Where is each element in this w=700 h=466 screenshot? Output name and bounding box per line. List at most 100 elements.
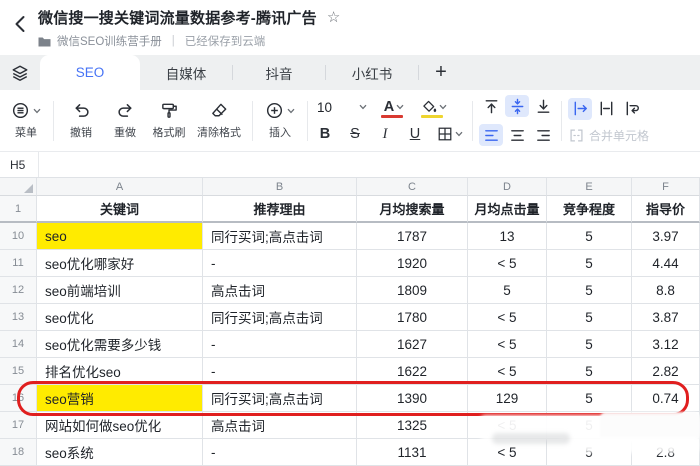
cell-reason[interactable]: -	[203, 439, 357, 466]
row-number[interactable]: 15	[0, 358, 37, 385]
cell-keyword[interactable]: 排名优化seo	[37, 358, 203, 385]
cell-search[interactable]: 1787	[357, 223, 468, 250]
insert-button[interactable]: 插入	[258, 94, 302, 148]
cell-search[interactable]: 1627	[357, 331, 468, 358]
column-header-e[interactable]: E	[547, 178, 632, 196]
cell-reason[interactable]: -	[203, 250, 357, 277]
cell-competition[interactable]: 5	[547, 250, 632, 277]
star-icon[interactable]: ☆	[327, 8, 340, 26]
cell-competition[interactable]: 5	[547, 358, 632, 385]
cell-competition[interactable]: 5	[547, 412, 632, 439]
column-header-b[interactable]: B	[203, 178, 357, 196]
cell-search[interactable]: 1390	[357, 385, 468, 412]
cell-competition[interactable]: 5	[547, 223, 632, 250]
cell-reason[interactable]: 高点击词	[203, 277, 357, 304]
cell-reason[interactable]: 高点击词	[203, 412, 357, 439]
tab-zimeiti[interactable]: 自媒体	[140, 55, 232, 90]
row-number[interactable]: 14	[0, 331, 37, 358]
cell-reason[interactable]: 同行买词;高点击词	[203, 304, 357, 331]
valign-middle-button[interactable]	[505, 95, 529, 117]
text-overflow-button[interactable]	[568, 98, 592, 120]
halign-right-button[interactable]	[531, 124, 555, 146]
cell-search[interactable]: 1809	[357, 277, 468, 304]
bold-button[interactable]: B	[313, 124, 337, 144]
header-cell-search[interactable]: 月均搜索量	[357, 196, 468, 223]
format-painter-button[interactable]: 格式刷	[147, 94, 191, 148]
header-cell-price[interactable]: 指导价	[632, 196, 700, 223]
cell-price[interactable]: 0.74	[632, 385, 700, 412]
cell-price[interactable]: 3.97	[632, 223, 700, 250]
cell-clicks[interactable]: < 5	[468, 358, 547, 385]
cell-reason[interactable]: 同行买词;高点击词	[203, 385, 357, 412]
cell-clicks[interactable]: < 5	[468, 304, 547, 331]
column-header-a[interactable]: A	[37, 178, 203, 196]
cell-search[interactable]: 1920	[357, 250, 468, 277]
row-number[interactable]: 12	[0, 277, 37, 304]
cell-clicks[interactable]: < 5	[468, 250, 547, 277]
cell-competition[interactable]: 5	[547, 439, 632, 466]
header-cell-keyword[interactable]: 关键词	[37, 196, 203, 223]
valign-top-button[interactable]	[479, 95, 503, 117]
cell-reason[interactable]: 同行买词;高点击词	[203, 223, 357, 250]
cell-reason[interactable]: -	[203, 331, 357, 358]
select-all-corner[interactable]	[0, 178, 37, 196]
folder-label[interactable]: 微信SEO训练营手册	[57, 33, 162, 49]
cell-clicks[interactable]: < 5	[468, 412, 547, 439]
cell-competition[interactable]: 5	[547, 331, 632, 358]
valign-bottom-button[interactable]	[531, 95, 555, 117]
row-number[interactable]: 17	[0, 412, 37, 439]
header-cell-reason[interactable]: 推荐理由	[203, 196, 357, 223]
menu-button[interactable]: 菜单	[4, 94, 48, 148]
strikethrough-button[interactable]: S	[343, 124, 367, 144]
tab-xiaohongshu[interactable]: 小红书	[326, 55, 418, 90]
header-cell-competition[interactable]: 竞争程度	[547, 196, 632, 223]
formula-input[interactable]	[39, 152, 700, 177]
row-number[interactable]: 10	[0, 223, 37, 250]
cell-keyword[interactable]: seo优化哪家好	[37, 250, 203, 277]
text-wrap-button[interactable]	[620, 98, 644, 120]
cell-keyword[interactable]: seo优化	[37, 304, 203, 331]
halign-left-button[interactable]	[479, 124, 503, 146]
cell-keyword[interactable]: seo	[37, 223, 203, 250]
cell-keyword[interactable]: 网站如何做seo优化	[37, 412, 203, 439]
cell-competition[interactable]: 5	[547, 304, 632, 331]
tab-douyin[interactable]: 抖音	[233, 55, 325, 90]
cell-keyword[interactable]: seo系统	[37, 439, 203, 466]
cell-clicks[interactable]: < 5	[468, 439, 547, 466]
row-number[interactable]: 1	[0, 196, 37, 223]
merge-cells-button[interactable]: 合并单元格	[567, 127, 649, 144]
redo-button[interactable]: 重做	[103, 94, 147, 148]
column-header-f[interactable]: F	[632, 178, 700, 196]
cell-clicks[interactable]: 13	[468, 223, 547, 250]
cell-search[interactable]: 1325	[357, 412, 468, 439]
cell-price[interactable]: 3.12	[632, 331, 700, 358]
text-clip-button[interactable]	[594, 98, 618, 120]
column-header-d[interactable]: D	[468, 178, 547, 196]
cell-search[interactable]: 1131	[357, 439, 468, 466]
cell-clicks[interactable]: 5	[468, 277, 547, 304]
tab-seo[interactable]: SEO	[40, 55, 140, 90]
row-number[interactable]: 16	[0, 385, 37, 412]
cell-keyword[interactable]: seo营销	[37, 385, 203, 412]
italic-button[interactable]: I	[373, 124, 397, 144]
cell-price[interactable]	[632, 412, 700, 439]
cell-price[interactable]: 4.44	[632, 250, 700, 277]
cell-competition[interactable]: 5	[547, 277, 632, 304]
add-sheet-button[interactable]: +	[419, 55, 463, 90]
row-number[interactable]: 13	[0, 304, 37, 331]
borders-button[interactable]	[433, 124, 467, 144]
undo-button[interactable]: 撤销	[59, 94, 103, 148]
cell-keyword[interactable]: seo优化需要多少钱	[37, 331, 203, 358]
cell-keyword[interactable]: seo前端培训	[37, 277, 203, 304]
font-size-select[interactable]: 10	[313, 100, 371, 115]
cell-search[interactable]: 1622	[357, 358, 468, 385]
cell-clicks[interactable]: < 5	[468, 331, 547, 358]
halign-center-button[interactable]	[505, 124, 529, 146]
fill-color-button[interactable]	[417, 97, 451, 117]
header-cell-clicks[interactable]: 月均点击量	[468, 196, 547, 223]
font-color-button[interactable]: A	[377, 97, 411, 117]
cell-search[interactable]: 1780	[357, 304, 468, 331]
cell-price[interactable]: 2.8	[632, 439, 700, 466]
row-number[interactable]: 18	[0, 439, 37, 466]
column-header-c[interactable]: C	[357, 178, 468, 196]
